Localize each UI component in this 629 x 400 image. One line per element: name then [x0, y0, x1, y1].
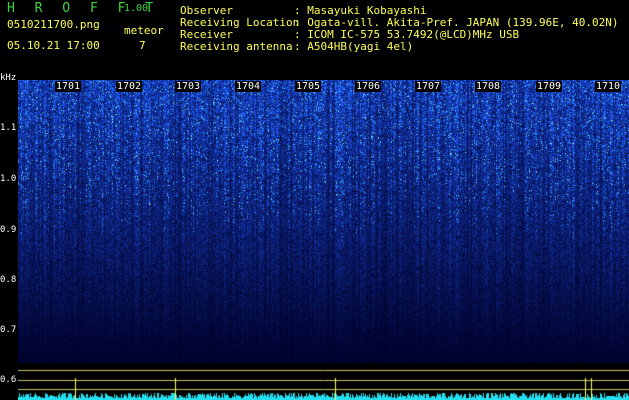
file-name: 0510211700.png	[7, 18, 100, 31]
x-tick-label: 1710	[595, 81, 622, 92]
x-tick-label: 1706	[355, 81, 382, 92]
receiver-label: Receiver	[180, 28, 233, 41]
spectrogram-canvas	[18, 80, 629, 400]
observer-value: : Masayuki Kobayashi	[294, 4, 427, 17]
location-value: : Ogata-vill. Akita-Pref. JAPAN (139.96E…	[294, 16, 619, 29]
app-version: 1.00	[124, 3, 149, 14]
x-tick-label: 1703	[175, 81, 202, 92]
x-tick-label: 1702	[116, 81, 143, 92]
receiver-value: : ICOM IC-575 53.7492(@LCD)MHz USB	[294, 28, 520, 41]
x-tick-label: 1705	[295, 81, 322, 92]
x-tick-label: 1701	[55, 81, 82, 92]
meteor-count: 7	[139, 39, 146, 52]
y-tick-label: 0.7	[0, 325, 17, 335]
capture-datetime: 05.10.21 17:00	[7, 39, 100, 52]
antenna-label: Receiving antenna	[180, 40, 293, 53]
observer-label: Observer	[180, 4, 233, 17]
y-tick-label: 1.0	[0, 174, 17, 184]
y-tick-label: 1.1	[0, 123, 17, 133]
meteor-label: meteor	[124, 24, 164, 37]
y-tick-label: 0.8	[0, 275, 17, 285]
antenna-value: : A504HB(yagi 4el)	[294, 40, 414, 53]
x-tick-label: 1708	[475, 81, 502, 92]
spectrogram-plot	[18, 80, 629, 400]
x-tick-label: 1704	[235, 81, 262, 92]
location-label: Receiving Location	[180, 16, 300, 29]
x-tick-label: 1709	[536, 81, 563, 92]
y-tick-label: 0.6	[0, 375, 17, 385]
y-axis-unit: kHz	[0, 73, 17, 83]
x-tick-label: 1707	[415, 81, 442, 92]
y-tick-label: 0.9	[0, 225, 17, 235]
